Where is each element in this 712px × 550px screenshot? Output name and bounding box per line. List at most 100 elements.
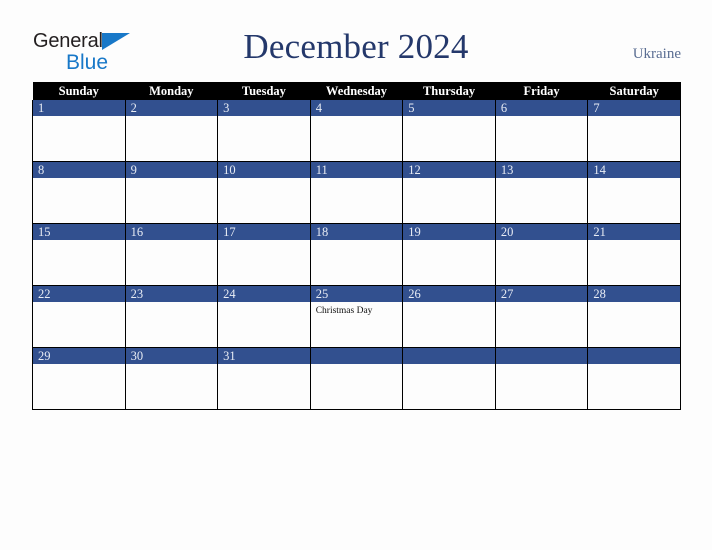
calendar-day-cell[interactable]: 5 (402, 100, 496, 162)
day-events (311, 178, 403, 181)
day-events (588, 116, 680, 119)
day-number: 25 (310, 286, 403, 302)
calendar-day-cell[interactable]: 3 (217, 100, 311, 162)
day-number: 24 (218, 286, 310, 302)
day-events (403, 178, 495, 181)
calendar-week-row: 15 16 17 18 19 20 21 (32, 223, 681, 286)
day-events (588, 364, 680, 367)
day-events (218, 116, 310, 119)
day-number: 18 (310, 224, 403, 240)
day-number: 23 (125, 286, 218, 302)
calendar-day-cell[interactable]: 14 (587, 161, 681, 224)
calendar-day-cell[interactable]: 2 (124, 100, 219, 162)
day-number (403, 348, 495, 364)
day-events (588, 302, 680, 305)
day-number: 19 (403, 224, 495, 240)
day-events (496, 302, 588, 305)
day-number: 12 (403, 162, 495, 178)
calendar-day-cell[interactable]: 19 (402, 223, 496, 286)
day-number: 16 (125, 224, 218, 240)
calendar-page: General Blue December 2024 Ukraine Sunda… (0, 0, 712, 550)
calendar-grid: Sunday Monday Tuesday Wednesday Thursday Frid… (32, 82, 681, 410)
day-events (403, 302, 495, 305)
calendar-day-cell[interactable]: 8 (32, 161, 126, 224)
day-number: 4 (310, 100, 403, 116)
day-number: 9 (125, 162, 218, 178)
day-events (126, 364, 218, 367)
calendar-day-cell[interactable]: 24 (217, 285, 311, 348)
day-number: 10 (218, 162, 310, 178)
calendar-day-cell[interactable]: 25 Christmas Day (309, 285, 404, 348)
calendar-day-cell[interactable]: 9 (124, 161, 219, 224)
calendar-empty-cell[interactable] (309, 347, 404, 410)
day-events (126, 240, 218, 243)
day-events (126, 116, 218, 119)
day-number: 21 (588, 224, 680, 240)
day-events (588, 178, 680, 181)
calendar-day-cell[interactable]: 11 (309, 161, 404, 224)
calendar-day-cell[interactable]: 16 (124, 223, 219, 286)
calendar-day-cell[interactable]: 6 (494, 100, 589, 162)
day-events (496, 240, 588, 243)
weekday-header-saturday: Saturday (587, 82, 681, 100)
day-events (33, 178, 125, 181)
day-events (218, 364, 310, 367)
day-number: 6 (495, 100, 588, 116)
day-events (218, 240, 310, 243)
day-events (496, 116, 588, 119)
calendar-day-cell[interactable]: 10 (217, 161, 311, 224)
calendar-day-cell[interactable]: 23 (124, 285, 219, 348)
day-events (33, 240, 125, 243)
calendar-body: 1 2 3 4 5 6 7 8 9 10 11 12 13 14 15 16 17 18 19 20 21 22 23 24 2… (32, 100, 681, 410)
day-events (403, 240, 495, 243)
calendar-day-cell[interactable]: 1 (32, 100, 126, 162)
calendar-week-row: 29 30 31 (32, 347, 681, 410)
day-number (588, 348, 680, 364)
calendar-empty-cell[interactable] (494, 347, 589, 410)
day-events (311, 116, 403, 119)
day-events (218, 302, 310, 305)
calendar-day-cell[interactable]: 29 (32, 347, 126, 410)
day-events (403, 364, 495, 367)
calendar-day-cell[interactable]: 18 (309, 223, 404, 286)
calendar-day-cell[interactable]: 28 (587, 285, 681, 348)
calendar-day-cell[interactable]: 26 (402, 285, 496, 348)
day-number: 5 (403, 100, 495, 116)
calendar-day-cell[interactable]: 27 (494, 285, 589, 348)
weekday-header-row: Sunday Monday Tuesday Wednesday Thursday Frid… (32, 82, 681, 100)
calendar-empty-cell[interactable] (402, 347, 496, 410)
calendar-week-row: 22 23 24 25 Christmas Day 26 27 28 (32, 285, 681, 348)
day-events (218, 178, 310, 181)
calendar-day-cell[interactable]: 13 (494, 161, 589, 224)
day-number: 29 (33, 348, 125, 364)
day-number: 26 (403, 286, 495, 302)
day-number: 14 (588, 162, 680, 178)
calendar-day-cell[interactable]: 20 (494, 223, 589, 286)
day-number: 11 (310, 162, 403, 178)
weekday-header-wednesday: Wednesday (310, 82, 403, 100)
calendar-day-cell[interactable]: 12 (402, 161, 496, 224)
calendar-day-cell[interactable]: 15 (32, 223, 126, 286)
day-number: 22 (33, 286, 125, 302)
weekday-header-tuesday: Tuesday (217, 82, 311, 100)
calendar-day-cell[interactable]: 7 (587, 100, 681, 162)
calendar-empty-cell[interactable] (587, 347, 681, 410)
calendar-day-cell[interactable]: 4 (309, 100, 404, 162)
day-number: 2 (125, 100, 218, 116)
day-number: 28 (588, 286, 680, 302)
calendar-day-cell[interactable]: 21 (587, 223, 681, 286)
day-number: 31 (218, 348, 310, 364)
day-events (126, 302, 218, 305)
day-events (33, 116, 125, 119)
day-events (33, 364, 125, 367)
page-header: General Blue December 2024 Ukraine (0, 0, 712, 82)
day-number: 3 (218, 100, 310, 116)
calendar-day-cell[interactable]: 17 (217, 223, 311, 286)
day-number: 27 (495, 286, 588, 302)
day-events (496, 364, 588, 367)
day-number: 15 (33, 224, 125, 240)
day-number: 13 (495, 162, 588, 178)
calendar-day-cell[interactable]: 22 (32, 285, 126, 348)
calendar-day-cell[interactable]: 30 (124, 347, 219, 410)
calendar-day-cell[interactable]: 31 (217, 347, 311, 410)
